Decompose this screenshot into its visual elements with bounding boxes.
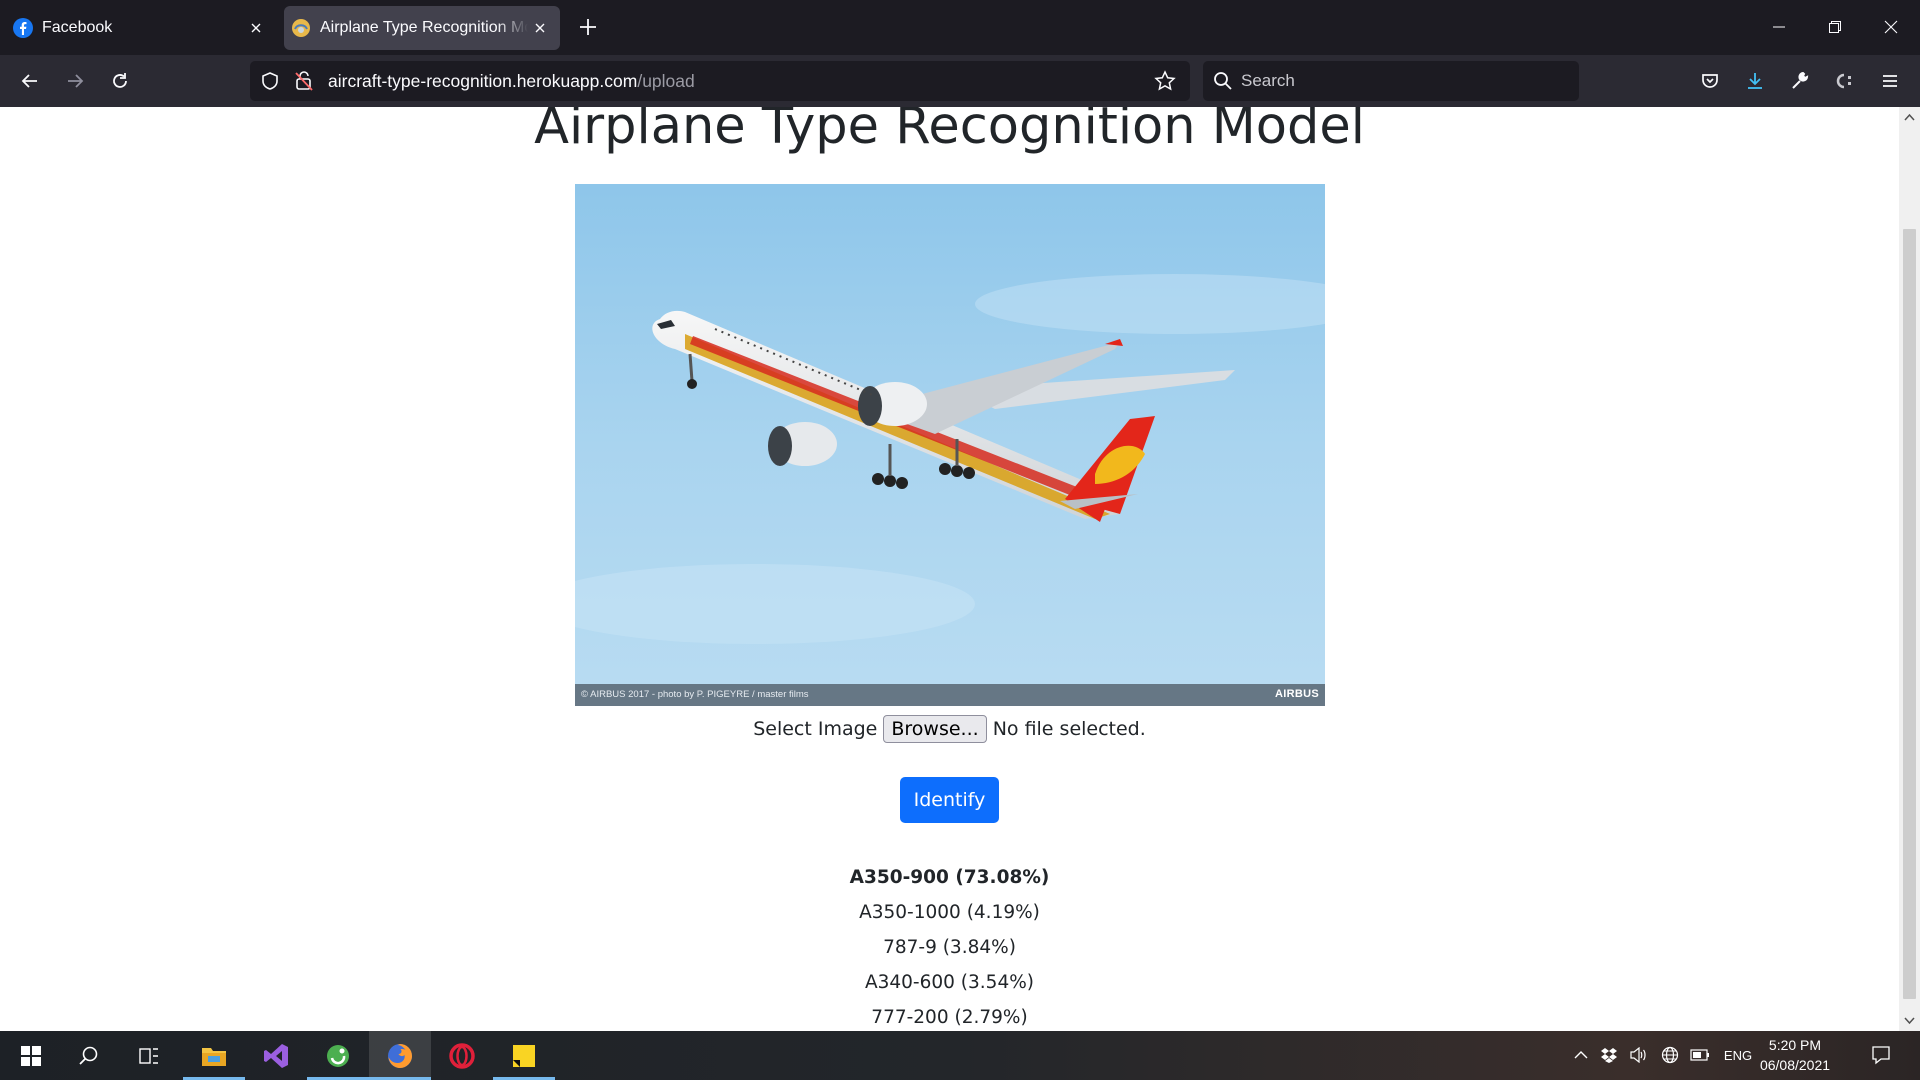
uploaded-airplane-image: © AIRBUS 2017 - photo by P. PIGEYRE / ma… <box>575 184 1325 706</box>
scroll-up-icon[interactable] <box>1903 111 1916 123</box>
tab-title: Facebook <box>42 19 113 36</box>
firefox-icon[interactable] <box>369 1031 431 1080</box>
app-favicon <box>292 19 310 37</box>
tab-facebook[interactable]: Facebook <box>6 6 276 50</box>
tracking-protection-icon[interactable] <box>260 71 280 91</box>
prediction-item: A340-600 (3.54%) <box>864 972 1035 993</box>
airplane-photo <box>575 184 1325 706</box>
bookmark-star-icon[interactable] <box>1154 70 1176 92</box>
search-placeholder: Search <box>1241 71 1295 90</box>
scrollbar-thumb[interactable] <box>1903 229 1916 999</box>
url-domain: aircraft-type-recognition.herokuapp.com <box>328 71 638 91</box>
tab-title: Airplane Type Recognition Model <box>320 19 528 36</box>
photo-credit-bar: © AIRBUS 2017 - photo by P. PIGEYRE / ma… <box>575 684 1325 706</box>
search-bar[interactable]: Search <box>1203 61 1579 101</box>
visual-studio-icon[interactable] <box>245 1031 307 1080</box>
photo-credit: © AIRBUS 2017 - photo by P. PIGEYRE / ma… <box>581 689 809 700</box>
insecure-lock-icon[interactable] <box>294 70 314 92</box>
tab-airplane-model[interactable]: Airplane Type Recognition Model <box>284 6 560 50</box>
extension-icon[interactable] <box>1830 66 1860 96</box>
restore-icon[interactable] <box>1822 14 1848 40</box>
reload-icon[interactable] <box>104 65 136 97</box>
url-text: aircraft-type-recognition.herokuapp.com/… <box>328 71 695 92</box>
wrench-icon[interactable] <box>1785 66 1815 96</box>
prediction-results: A350-900 (73.08%) A350-1000 (4.19%) 787-… <box>0 860 1899 1031</box>
page-title: Airplane Type Recognition Model <box>534 107 1365 156</box>
pocket-icon[interactable] <box>1695 66 1725 96</box>
system-clock[interactable]: 5:20 PM 06/08/2021 <box>1745 1035 1845 1075</box>
battery-icon[interactable] <box>1689 1045 1711 1065</box>
windows-taskbar: ENG 5:20 PM 06/08/2021 <box>0 1031 1920 1080</box>
menu-icon[interactable] <box>1875 66 1905 96</box>
prediction-item: 787-9 (3.84%) <box>883 937 1016 958</box>
file-status: No file selected. <box>992 718 1146 740</box>
forward-icon[interactable] <box>59 65 91 97</box>
new-tab-icon[interactable] <box>576 15 600 39</box>
opera-icon[interactable] <box>431 1031 493 1080</box>
facebook-icon <box>13 18 33 38</box>
clock-date: 06/08/2021 <box>1759 1057 1831 1073</box>
sticky-notes-icon[interactable] <box>493 1031 555 1080</box>
task-view-icon[interactable] <box>118 1031 180 1080</box>
downloads-icon[interactable] <box>1740 66 1770 96</box>
prediction-top: A350-900 (73.08%) <box>849 867 1050 888</box>
search-icon[interactable] <box>58 1031 120 1080</box>
app-icon[interactable] <box>307 1031 369 1080</box>
close-window-icon[interactable] <box>1878 14 1904 40</box>
scroll-down-icon[interactable] <box>1903 1015 1916 1027</box>
windows-start-icon[interactable] <box>0 1031 62 1080</box>
network-globe-icon[interactable] <box>1659 1045 1681 1065</box>
photo-brand-logo: AIRBUS <box>1275 688 1319 700</box>
tab-bar: Facebook Airplane Type Recognition Model <box>0 0 1920 55</box>
page-scrollbar[interactable] <box>1899 107 1920 1031</box>
search-icon <box>1214 72 1232 90</box>
identify-button[interactable]: Identify <box>900 777 999 823</box>
clock-time: 5:20 PM <box>1768 1037 1822 1053</box>
volume-icon[interactable] <box>1627 1045 1649 1065</box>
url-path: /upload <box>637 71 695 91</box>
file-input-row: Select Image Browse... No file selected. <box>0 715 1899 743</box>
page-viewport: Airplane Type Recognition Model © AIRBUS… <box>0 107 1899 1031</box>
address-bar[interactable]: aircraft-type-recognition.herokuapp.com/… <box>250 61 1190 101</box>
file-explorer-icon[interactable] <box>183 1031 245 1080</box>
minimize-icon[interactable] <box>1766 14 1792 40</box>
close-tab-icon[interactable] <box>244 16 268 40</box>
close-tab-icon[interactable] <box>528 16 552 40</box>
navigation-toolbar: aircraft-type-recognition.herokuapp.com/… <box>0 55 1920 107</box>
browse-button[interactable]: Browse... <box>883 715 987 743</box>
prediction-item: A350-1000 (4.19%) <box>859 902 1040 923</box>
show-hidden-icons-icon[interactable] <box>1570 1045 1592 1065</box>
back-icon[interactable] <box>14 65 46 97</box>
select-image-label: Select Image <box>753 718 878 740</box>
prediction-item: 777-200 (2.79%) <box>871 1007 1028 1028</box>
notification-center-icon[interactable] <box>1866 1045 1896 1065</box>
dropbox-icon[interactable] <box>1598 1045 1620 1065</box>
